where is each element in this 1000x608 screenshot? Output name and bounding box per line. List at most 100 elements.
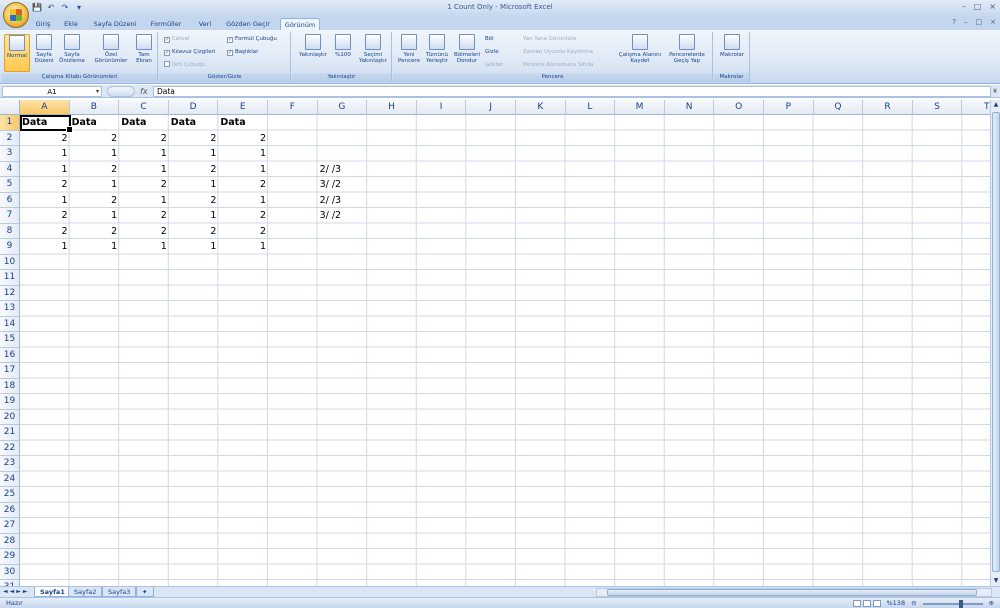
cell[interactable]: Data — [119, 115, 169, 130]
message-bar-checkbox[interactable]: İleti Çubuğu — [164, 61, 205, 69]
cell[interactable]: 3/ /2 — [318, 208, 368, 223]
tab-ekle[interactable]: Ekle — [62, 18, 80, 30]
cell[interactable]: 1 — [218, 162, 268, 177]
tab-gozden-gecir[interactable]: Gözden Geçir — [224, 18, 272, 30]
cell[interactable]: 2 — [218, 177, 268, 192]
vertical-scrollbar[interactable]: ▲ ▼ — [990, 100, 1000, 586]
row-header[interactable]: 21 — [0, 425, 20, 441]
column-header[interactable]: N — [664, 100, 715, 115]
cell[interactable]: 2 — [70, 193, 120, 208]
close-button[interactable]: × — [989, 2, 996, 11]
page-break-icon[interactable] — [872, 600, 881, 607]
column-header[interactable]: J — [466, 100, 516, 115]
row-header[interactable]: 15 — [0, 332, 20, 348]
cell[interactable]: 2/ /3 — [318, 162, 368, 177]
row-header[interactable]: 18 — [0, 378, 20, 394]
cell[interactable]: 1 — [20, 193, 70, 208]
name-box[interactable]: A1 ▾ — [2, 86, 102, 97]
zoom-level[interactable]: %138 — [887, 599, 906, 608]
row-header[interactable]: 13 — [0, 301, 20, 317]
zoom-slider-knob[interactable] — [958, 599, 963, 608]
cell[interactable]: 1 — [119, 193, 169, 208]
cell[interactable]: 1 — [20, 146, 70, 161]
cell[interactable]: 2 — [169, 162, 219, 177]
column-header[interactable]: E — [218, 100, 268, 115]
row-header[interactable]: 24 — [0, 471, 20, 487]
column-header[interactable]: C — [119, 100, 169, 115]
normal-view-button[interactable]: Normal — [4, 34, 30, 72]
cell[interactable]: 2 — [70, 162, 120, 177]
row-header[interactable]: 26 — [0, 502, 20, 518]
formula-bar-checkbox[interactable]: ✓ Formül Çubuğu — [227, 35, 277, 43]
cell[interactable]: Data — [218, 115, 268, 130]
unhide-button[interactable]: Göster — [485, 61, 503, 69]
row-header[interactable]: 14 — [0, 316, 20, 332]
column-header[interactable]: T — [962, 100, 990, 115]
cell[interactable]: 2 — [20, 131, 70, 146]
macros-button[interactable]: Makrolar — [716, 34, 748, 58]
cell[interactable]: 2 — [169, 131, 219, 146]
cell[interactable]: 1 — [20, 239, 70, 254]
cell[interactable]: 2 — [169, 224, 219, 239]
column-header[interactable]: S — [912, 100, 963, 115]
help-icon[interactable]: ? — [952, 18, 956, 26]
column-header[interactable]: M — [615, 100, 665, 115]
column-header[interactable]: Q — [813, 100, 864, 115]
row-header[interactable]: 17 — [0, 363, 20, 379]
row-header[interactable]: 22 — [0, 440, 20, 456]
cell[interactable]: 1 — [169, 208, 219, 223]
gridlines-checkbox[interactable]: ✓ Kılavuz Çizgileri — [164, 48, 215, 56]
column-header[interactable]: H — [367, 100, 417, 115]
cell[interactable]: 1 — [119, 146, 169, 161]
row-header[interactable]: 1 — [0, 115, 20, 131]
cell[interactable]: 2 — [70, 131, 120, 146]
cell[interactable]: 1 — [20, 162, 70, 177]
column-header[interactable]: B — [69, 100, 120, 115]
split-button[interactable]: Böl — [485, 35, 494, 43]
column-header[interactable]: P — [764, 100, 814, 115]
view-side-by-side-button[interactable]: Yan Yana Görüntüle — [523, 35, 576, 43]
cell[interactable]: 1 — [70, 239, 120, 254]
zoom-in-icon[interactable]: ⊕ — [989, 599, 994, 608]
ruler-checkbox[interactable]: ✓ Cetvel — [164, 35, 190, 43]
cell[interactable]: 2 — [119, 177, 169, 192]
new-window-button[interactable]: Yeni Pencere — [395, 34, 423, 64]
cell[interactable]: 2 — [119, 208, 169, 223]
row-header[interactable]: 3 — [0, 146, 20, 162]
row-header[interactable]: 30 — [0, 564, 20, 580]
headings-checkbox[interactable]: ✓ Başlıklar — [227, 48, 258, 56]
cell[interactable]: 1 — [218, 193, 268, 208]
zoom-button[interactable]: Yakınlaştır — [296, 34, 330, 58]
cell[interactable]: 1 — [119, 239, 169, 254]
cell[interactable]: 3/ /2 — [318, 177, 368, 192]
tab-sayfa-duzeni[interactable]: Sayfa Düzeni — [92, 18, 138, 30]
cell[interactable]: 2 — [20, 177, 70, 192]
row-header[interactable]: 4 — [0, 161, 20, 177]
reset-window-position-button[interactable]: Pencere Konumunu Sıfırla — [523, 61, 594, 69]
wb-minimize-button[interactable]: – — [964, 18, 968, 26]
arrange-all-button[interactable]: Tümünü Yerleştir — [423, 34, 451, 64]
zoom-out-icon[interactable]: ⊖ — [911, 599, 916, 608]
page-layout-button[interactable]: Sayfa Düzeni — [32, 34, 56, 64]
sheet-tab-sayfa2[interactable]: Sayfa2 — [68, 587, 103, 597]
row-header[interactable]: 9 — [0, 239, 20, 255]
zoom-selection-button[interactable]: Seçimi Yakınlaştır — [356, 34, 390, 64]
horizontal-scroll-thumb[interactable] — [607, 589, 977, 596]
cell[interactable]: 2/ /3 — [318, 193, 368, 208]
row-header[interactable]: 16 — [0, 347, 20, 363]
page-break-preview-button[interactable]: Sayfa Önizleme — [58, 34, 86, 64]
office-button[interactable] — [3, 2, 29, 28]
cell[interactable]: 1 — [70, 208, 120, 223]
cell[interactable]: 1 — [218, 239, 268, 254]
cell[interactable]: 2 — [20, 208, 70, 223]
cell[interactable]: Data — [20, 115, 70, 130]
synchronous-scrolling-button[interactable]: Zaman Uyumlu Kaydırma — [523, 48, 593, 56]
switch-windows-button[interactable]: Pencerelerde Geçiş Yap — [665, 34, 709, 64]
formula-input[interactable]: Data — [153, 86, 991, 97]
cell[interactable]: 2 — [218, 224, 268, 239]
hide-button[interactable]: Gizle — [485, 48, 499, 56]
zoom-100-button[interactable]: %100 — [332, 34, 354, 58]
expand-formula-bar-icon[interactable]: ¥ — [991, 86, 999, 97]
row-header[interactable]: 10 — [0, 254, 20, 270]
row-header[interactable]: 19 — [0, 394, 20, 410]
